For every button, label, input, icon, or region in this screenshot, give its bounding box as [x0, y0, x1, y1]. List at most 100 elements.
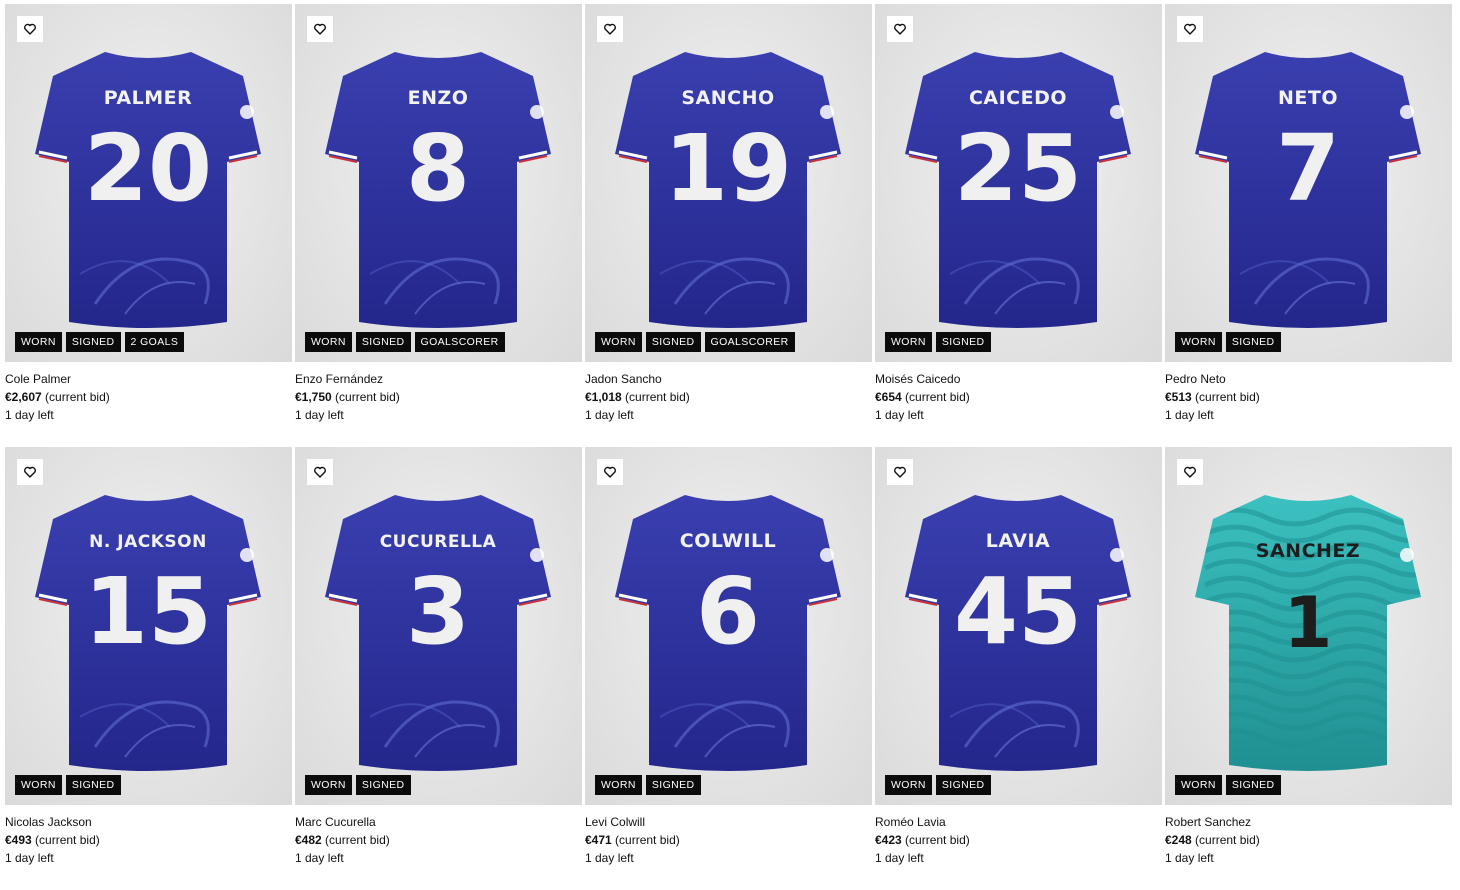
- heart-outline-icon: [1184, 466, 1196, 478]
- favorite-button[interactable]: [1177, 16, 1203, 42]
- favorite-button[interactable]: [17, 16, 43, 42]
- player-name[interactable]: Cole Palmer: [5, 370, 292, 388]
- jersey-number-print: 45: [954, 558, 1082, 665]
- bid-label: (current bid): [325, 833, 390, 847]
- time-left: 1 day left: [295, 851, 344, 865]
- jersey-name-print: CUCURELLA: [380, 532, 497, 552]
- product-card[interactable]: NETO 7 WORN SIGNED Pedro Neto €513 (current b…: [1165, 4, 1452, 447]
- product-image[interactable]: CUCURELLA 3 WORN SIGNED: [295, 447, 582, 805]
- tag-list: WORN SIGNED: [305, 775, 411, 795]
- heart-outline-icon: [1184, 23, 1196, 35]
- bid-amount: €423: [875, 833, 902, 847]
- time-left: 1 day left: [5, 851, 54, 865]
- player-name[interactable]: Jadon Sancho: [585, 370, 872, 388]
- current-bid: €482 (current bid): [295, 833, 390, 847]
- bid-label: (current bid): [45, 390, 110, 404]
- player-name[interactable]: Moisés Caicedo: [875, 370, 1162, 388]
- time-left: 1 day left: [585, 851, 634, 865]
- tag-list: WORN SIGNED: [595, 775, 701, 795]
- jersey-name-print: SANCHEZ: [1256, 540, 1360, 562]
- product-image[interactable]: N. JACKSON 15 WORN SIGNED: [5, 447, 292, 805]
- player-name[interactable]: Roméo Lavia: [875, 813, 1162, 831]
- player-name[interactable]: Enzo Fernández: [295, 370, 582, 388]
- favorite-button[interactable]: [1177, 459, 1203, 485]
- product-card[interactable]: CUCURELLA 3 WORN SIGNED Marc Cucurella €482 (…: [295, 447, 582, 890]
- product-image[interactable]: PALMER 20 WORN SIGNED 2 GOALS: [5, 4, 292, 362]
- bid-label: (current bid): [905, 833, 970, 847]
- favorite-button[interactable]: [597, 459, 623, 485]
- favorite-button[interactable]: [307, 16, 333, 42]
- tag-list: WORN SIGNED: [15, 775, 121, 795]
- player-name[interactable]: Pedro Neto: [1165, 370, 1452, 388]
- jersey-image: ENZO 8: [325, 52, 551, 328]
- player-name[interactable]: Marc Cucurella: [295, 813, 582, 831]
- time-left: 1 day left: [585, 408, 634, 422]
- heart-outline-icon: [894, 466, 906, 478]
- product-info: Marc Cucurella €482 (current bid) 1 day le…: [295, 805, 582, 867]
- jersey-number-print: 8: [406, 115, 470, 222]
- tag-badge: SIGNED: [355, 332, 411, 352]
- product-card[interactable]: CAICEDO 25 WORN SIGNED Moisés Caicedo €654 (c…: [875, 4, 1162, 447]
- bid-amount: €493: [5, 833, 32, 847]
- bid-amount: €654: [875, 390, 902, 404]
- tag-badge: SIGNED: [355, 775, 411, 795]
- bid-amount: €513: [1165, 390, 1192, 404]
- favorite-button[interactable]: [597, 16, 623, 42]
- product-grid: PALMER 20 WORN SIGNED 2 GOALS Cole Palmer €2,6…: [0, 0, 1460, 890]
- current-bid: €1,018 (current bid): [585, 390, 690, 404]
- product-image[interactable]: ENZO 8 WORN SIGNED GOALSCORER: [295, 4, 582, 362]
- product-card[interactable]: SANCHEZ 1 WORN SIGNED Robert Sanchez €248 (cu…: [1165, 447, 1452, 890]
- product-image[interactable]: CAICEDO 25 WORN SIGNED: [875, 4, 1162, 362]
- current-bid: €2,607 (current bid): [5, 390, 110, 404]
- tag-list: WORN SIGNED: [885, 332, 991, 352]
- tag-list: WORN SIGNED 2 GOALS: [15, 332, 185, 352]
- current-bid: €423 (current bid): [875, 833, 970, 847]
- product-card[interactable]: LAVIA 45 WORN SIGNED Roméo Lavia €423 (curren…: [875, 447, 1162, 890]
- favorite-button[interactable]: [887, 459, 913, 485]
- jersey-number-print: 3: [406, 558, 470, 665]
- product-image[interactable]: SANCHEZ 1 WORN SIGNED: [1165, 447, 1452, 805]
- tag-list: WORN SIGNED: [1175, 775, 1281, 795]
- tag-badge: WORN: [885, 775, 932, 795]
- jersey-number-print: 19: [664, 115, 792, 222]
- tag-badge: WORN: [1175, 332, 1222, 352]
- product-image[interactable]: SANCHO 19 WORN SIGNED GOALSCORER: [585, 4, 872, 362]
- product-card[interactable]: SANCHO 19 WORN SIGNED GOALSCORER Jadon Sancho…: [585, 4, 872, 447]
- product-image[interactable]: NETO 7 WORN SIGNED: [1165, 4, 1452, 362]
- tag-badge: SIGNED: [65, 775, 121, 795]
- product-info: Robert Sanchez €248 (current bid) 1 day le…: [1165, 805, 1452, 867]
- bid-label: (current bid): [35, 833, 100, 847]
- player-name[interactable]: Levi Colwill: [585, 813, 872, 831]
- product-card[interactable]: PALMER 20 WORN SIGNED 2 GOALS Cole Palmer €2,6…: [5, 4, 292, 447]
- bid-amount: €471: [585, 833, 612, 847]
- product-info: Jadon Sancho €1,018 (current bid) 1 day le…: [585, 362, 872, 424]
- bid-label: (current bid): [905, 390, 970, 404]
- player-name[interactable]: Nicolas Jackson: [5, 813, 292, 831]
- time-left: 1 day left: [875, 408, 924, 422]
- tag-badge: WORN: [15, 775, 62, 795]
- bid-label: (current bid): [335, 390, 400, 404]
- time-left: 1 day left: [1165, 851, 1214, 865]
- jersey-number-print: 15: [84, 558, 212, 665]
- current-bid: €654 (current bid): [875, 390, 970, 404]
- bid-amount: €248: [1165, 833, 1192, 847]
- tag-badge: SIGNED: [935, 775, 991, 795]
- favorite-button[interactable]: [887, 16, 913, 42]
- favorite-button[interactable]: [17, 459, 43, 485]
- product-image[interactable]: LAVIA 45 WORN SIGNED: [875, 447, 1162, 805]
- product-card[interactable]: N. JACKSON 15 WORN SIGNED Nicolas Jackson €49…: [5, 447, 292, 890]
- tag-list: WORN SIGNED: [885, 775, 991, 795]
- product-image[interactable]: COLWILL 6 WORN SIGNED: [585, 447, 872, 805]
- tag-badge: WORN: [15, 332, 62, 352]
- heart-outline-icon: [24, 466, 36, 478]
- player-name[interactable]: Robert Sanchez: [1165, 813, 1452, 831]
- jersey-name-print: N. JACKSON: [89, 532, 207, 552]
- product-card[interactable]: COLWILL 6 WORN SIGNED Levi Colwill €471 (curr…: [585, 447, 872, 890]
- favorite-button[interactable]: [307, 459, 333, 485]
- jersey-name-print: PALMER: [104, 87, 193, 109]
- tag-badge: GOALSCORER: [414, 332, 505, 352]
- tag-badge: SIGNED: [1225, 332, 1281, 352]
- bid-amount: €1,018: [585, 390, 622, 404]
- product-card[interactable]: ENZO 8 WORN SIGNED GOALSCORER Enzo Fernández €…: [295, 4, 582, 447]
- current-bid: €471 (current bid): [585, 833, 680, 847]
